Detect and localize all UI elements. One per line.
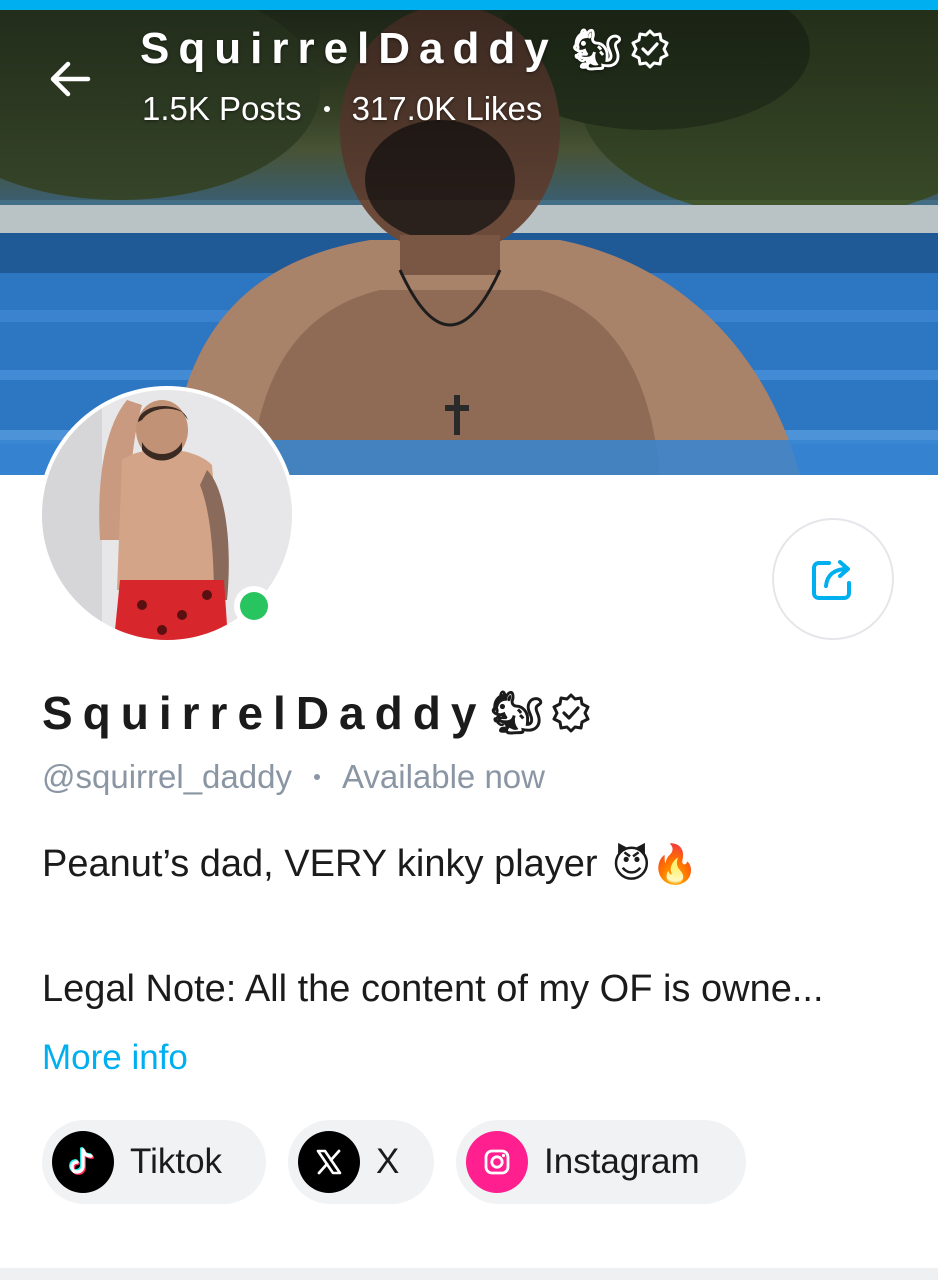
header-stats: 1.5K Posts 317.0K Likes bbox=[142, 90, 542, 128]
display-name-text: SquirrelDaddy bbox=[42, 687, 487, 739]
separator-dot bbox=[313, 774, 320, 780]
bio-text: Peanut’s dad, VERY kinky player 😈🔥 bbox=[42, 842, 699, 887]
verified-badge-icon bbox=[552, 693, 590, 733]
bio-emojis: 😈🔥 bbox=[611, 842, 699, 886]
separator-dot bbox=[323, 106, 330, 112]
header-title-text: SquirrelDaddy bbox=[140, 24, 558, 73]
profile-page: SquirrelDaddy 🐿 1.5K Posts 317.0K Likes bbox=[0, 0, 938, 1280]
handle-line: @squirrel_daddy Available now bbox=[42, 758, 545, 796]
social-link-label: Instagram bbox=[544, 1142, 700, 1181]
availability-status: Available now bbox=[341, 758, 545, 795]
share-button[interactable] bbox=[772, 518, 894, 640]
posts-count: 1.5K Posts bbox=[142, 90, 302, 127]
verified-badge-icon bbox=[631, 29, 669, 69]
tiktok-icon bbox=[52, 1131, 114, 1193]
back-button[interactable] bbox=[38, 50, 102, 108]
social-link-x[interactable]: X bbox=[288, 1120, 434, 1204]
bio-line-1: Peanut’s dad, VERY kinky player bbox=[42, 843, 598, 885]
likes-count: 317.0K Likes bbox=[351, 90, 543, 127]
section-divider bbox=[0, 1268, 938, 1280]
online-status-indicator bbox=[234, 586, 274, 626]
social-link-label: Tiktok bbox=[130, 1142, 223, 1181]
social-link-label: X bbox=[376, 1142, 400, 1181]
squirrel-emoji: 🐿 bbox=[490, 688, 544, 737]
username-handle: @squirrel_daddy bbox=[42, 758, 292, 795]
x-icon bbox=[298, 1131, 360, 1193]
share-icon bbox=[812, 560, 851, 600]
social-link-tiktok[interactable]: Tiktok bbox=[42, 1120, 266, 1204]
squirrel-emoji: 🐿 bbox=[571, 26, 623, 73]
top-accent-strip bbox=[0, 0, 938, 10]
bio-line-2: Legal Note: All the content of my OF is … bbox=[42, 968, 824, 1010]
social-link-instagram[interactable]: Instagram bbox=[456, 1120, 746, 1204]
header-title: SquirrelDaddy 🐿 bbox=[140, 24, 671, 74]
arrow-left-icon bbox=[50, 61, 91, 97]
instagram-icon bbox=[466, 1131, 528, 1193]
more-info-link[interactable]: More info bbox=[42, 1038, 188, 1078]
display-name: SquirrelDaddy 🐿 bbox=[42, 686, 592, 740]
